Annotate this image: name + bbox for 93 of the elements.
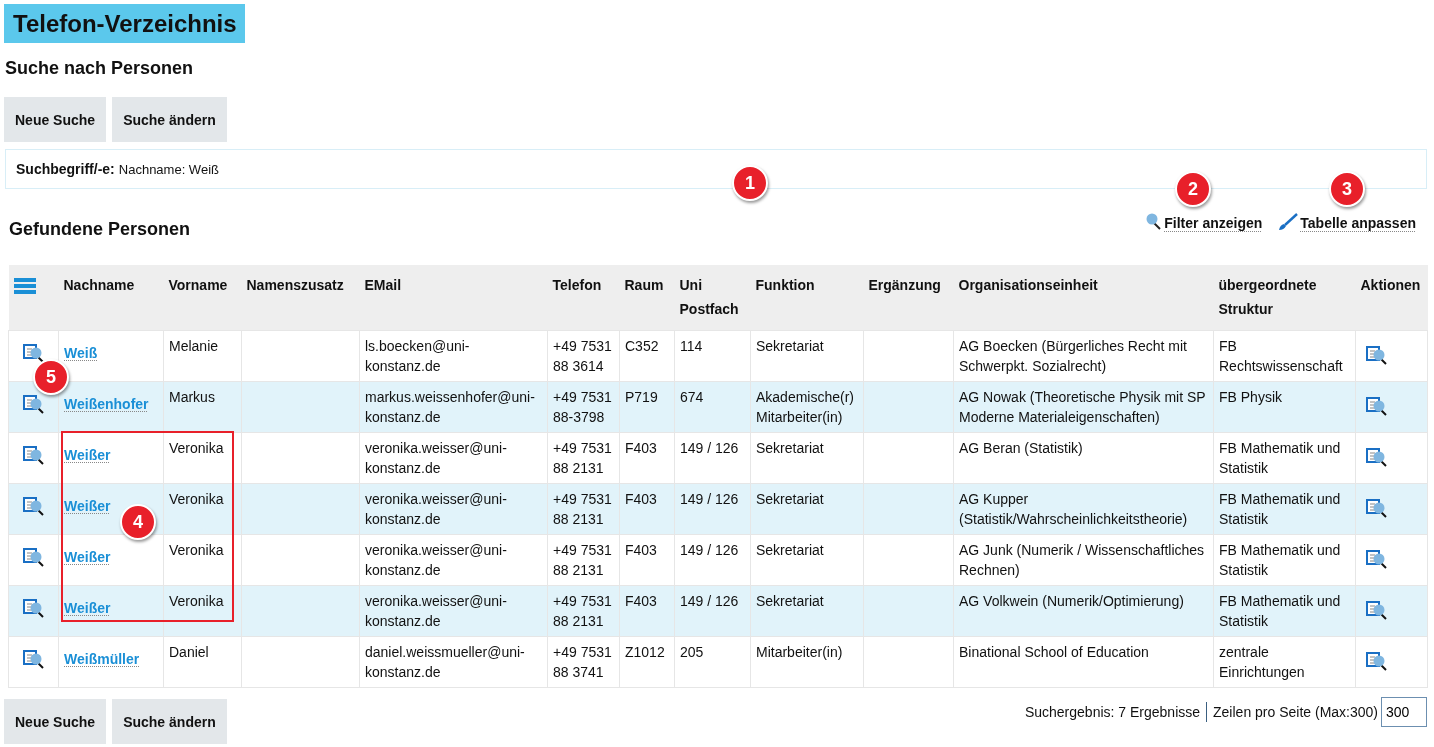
table-cell: veronika.weisser@uni-konstanz.de (365, 593, 507, 629)
menu-icon[interactable] (13, 277, 36, 295)
table-cell: AG Volkwein (Numerik/Optimierung) (959, 593, 1184, 609)
search-terms-label: Suchbegriff/-e: (16, 161, 115, 177)
table-cell: 149 / 126 (680, 593, 739, 609)
document-search-icon[interactable] (1366, 345, 1388, 365)
customize-table-link[interactable]: Tabelle anpassen (1278, 213, 1416, 231)
document-search-icon[interactable] (22, 496, 45, 516)
table-cell: F403 (625, 542, 657, 558)
table-cell: Sekretariat (756, 440, 824, 456)
table-cell: FB Mathematik und Statistik (1219, 491, 1341, 527)
annotation-marker: 2 (1175, 171, 1211, 207)
table-cell: Sekretariat (756, 338, 824, 354)
document-search-icon[interactable] (1366, 498, 1388, 518)
surname-link[interactable]: Weißer (64, 547, 111, 567)
table-cell: Veronika (169, 491, 224, 507)
search-button[interactable]: Neue Suche (4, 97, 107, 142)
document-search-icon[interactable] (22, 394, 45, 414)
table-cell: AG Nowak (Theoretische Physik mit SP Moderne Materialeigenschaften) (959, 389, 1206, 425)
page-title: Telefon-Verzeichnis (4, 4, 245, 43)
table-cell: ls.boecken@uni-konstanz.de (365, 338, 470, 374)
document-search-icon[interactable] (1366, 600, 1388, 620)
table-cell: +49 7531 88-3798 (553, 389, 612, 425)
table-cell: veronika.weisser@uni-konstanz.de (365, 440, 507, 476)
table-cell: 114 (680, 338, 703, 354)
table-cell: FB Mathematik und Statistik (1219, 440, 1341, 476)
table-cell: Melanie (169, 338, 219, 354)
document-search-icon[interactable] (1366, 396, 1388, 416)
table-cell: 149 / 126 (680, 440, 739, 456)
brush-icon[interactable] (1278, 213, 1299, 231)
document-search-icon[interactable] (1366, 651, 1388, 671)
table-cell: AG Junk (Numerik / Wissenschaftliches Rechnen) (959, 542, 1205, 578)
table-cell: +49 7531 88 2131 (553, 491, 612, 527)
table-cell: AG Kupper (Statistik/Wahrscheinlichkeitstheorie) (959, 491, 1188, 527)
document-search-icon[interactable] (1366, 549, 1388, 569)
results-title: Gefundene Personen (9, 218, 191, 241)
document-search-icon[interactable] (22, 547, 45, 567)
document-search-icon[interactable] (22, 649, 45, 669)
table-cell: veronika.weisser@uni-konstanz.de (365, 542, 507, 578)
rows-per-page-label: Zeilen pro Seite (Max:300) (1213, 704, 1378, 720)
annotation-marker: 3 (1329, 171, 1365, 207)
table-cell: +49 7531 88 2131 (553, 542, 612, 578)
table-cell: FB Physik (1219, 389, 1282, 405)
table-cell: F403 (625, 491, 657, 507)
table-cell: +49 7531 88 3614 (553, 338, 612, 374)
table-cell: 149 / 126 (680, 491, 739, 507)
table-cell: FB Rechtswissenschaft (1219, 338, 1343, 374)
table-cell: Binational School of Education (959, 644, 1149, 660)
table-cell: FB Mathematik und Statistik (1219, 542, 1341, 578)
table-cell: Veronika (169, 593, 224, 609)
table-cell: zentrale Einrichtungen (1219, 644, 1305, 680)
annotation-marker: 1 (732, 165, 768, 201)
filter-link[interactable]: Filter anzeigen (1146, 213, 1263, 231)
table-cell: Z1012 (625, 644, 665, 660)
table-cell: veronika.weisser@uni-konstanz.de (365, 491, 507, 527)
table-cell: 674 (680, 389, 704, 405)
table-cell: +49 7531 88 2131 (553, 440, 612, 476)
table-cell: Markus (169, 389, 215, 405)
table-cell: Mitarbeiter(in) (756, 644, 843, 660)
document-search-icon[interactable] (22, 445, 45, 465)
table-cell: C352 (625, 338, 659, 354)
search-button[interactable]: Neue Suche (4, 699, 107, 744)
search-button[interactable]: Suche ändern (112, 97, 227, 142)
table-cell: Veronika (169, 542, 224, 558)
table-cell: Akademische(r) Mitarbeiter(in) (756, 389, 855, 425)
section-title: Suche nach Personen (5, 57, 195, 80)
table-cell: 149 / 126 (680, 542, 739, 558)
table-cell: F403 (625, 593, 657, 609)
table-cell: AG Boecken (Bürgerliches Recht mit Schwerpkt. Sozialrecht) (959, 338, 1187, 374)
document-search-icon[interactable] (1366, 447, 1388, 467)
table-cell: daniel.weissmueller@uni-konstanz.de (365, 644, 525, 680)
surname-link[interactable]: Weißer (64, 445, 111, 465)
search-icon[interactable] (1146, 213, 1163, 231)
annotation-marker: 5 (33, 359, 69, 395)
document-search-icon[interactable] (22, 598, 45, 618)
table-cell: Sekretariat (756, 542, 824, 558)
search-terms-value: Nachname: Weiß (118, 161, 219, 177)
table-cell: Sekretariat (756, 491, 824, 507)
table-cell: +49 7531 88 2131 (553, 593, 612, 629)
table-cell: FB Mathematik und Statistik (1219, 593, 1341, 629)
rows-per-page-field[interactable]: 300 (1381, 697, 1427, 727)
table-cell: markus.weissenhofer@uni-konstanz.de (365, 389, 535, 425)
table-cell: F403 (625, 440, 657, 456)
result-count: Suchergebnis: 7 Ergebnisse (1024, 704, 1201, 720)
table-cell: Sekretariat (756, 593, 824, 609)
table-cell: 205 (680, 644, 704, 660)
table-cell: Veronika (169, 440, 224, 456)
table-cell: AG Beran (Statistik) (959, 440, 1083, 456)
table-cell: Daniel (169, 644, 209, 660)
table-cell: +49 7531 88 3741 (553, 644, 612, 680)
document-search-icon[interactable] (22, 343, 45, 363)
table-cell: P719 (625, 389, 658, 405)
search-button[interactable]: Suche ändern (112, 699, 227, 744)
